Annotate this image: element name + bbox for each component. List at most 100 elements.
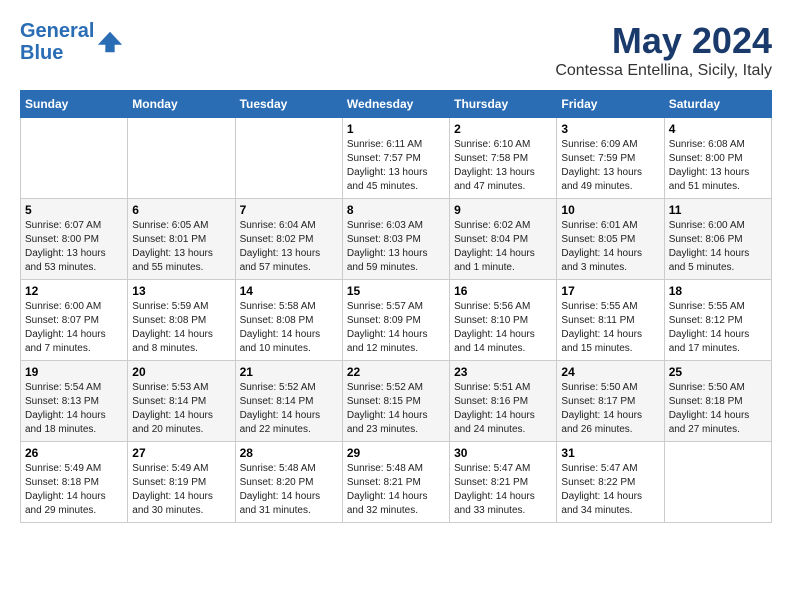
day-info: Sunrise: 5:56 AMSunset: 8:10 PMDaylight:… bbox=[454, 300, 552, 356]
day-info: Sunrise: 6:05 AMSunset: 8:01 PMDaylight:… bbox=[132, 219, 230, 275]
header-cell-monday: Monday bbox=[128, 91, 235, 118]
header-cell-saturday: Saturday bbox=[664, 91, 771, 118]
day-number: 5 bbox=[25, 203, 123, 217]
day-cell: 27 Sunrise: 5:49 AMSunset: 8:19 PMDayligh… bbox=[128, 442, 235, 523]
day-info: Sunrise: 5:48 AMSunset: 8:20 PMDaylight:… bbox=[240, 462, 338, 518]
week-row-1: 5Sunrise: 6:07 AMSunset: 8:00 PMDaylight… bbox=[21, 199, 772, 280]
day-info: Sunrise: 6:11 AMSunset: 7:57 PMDaylight:… bbox=[347, 138, 445, 194]
day-info: Sunrise: 5:55 AMSunset: 8:11 PMDaylight:… bbox=[561, 300, 659, 356]
day-info: Sunrise: 5:54 AMSunset: 8:13 PMDaylight:… bbox=[25, 381, 123, 437]
day-cell: 10Sunrise: 6:01 AMSunset: 8:05 PMDayligh… bbox=[557, 199, 664, 280]
day-number: 6 bbox=[132, 203, 230, 217]
header-cell-sunday: Sunday bbox=[21, 91, 128, 118]
day-cell: 22Sunrise: 5:52 AMSunset: 8:15 PMDayligh… bbox=[342, 361, 449, 442]
day-info: Sunrise: 5:49 AMSunset: 8:19 PMDaylight:… bbox=[132, 462, 230, 518]
day-info: Sunrise: 6:09 AMSunset: 7:59 PMDaylight:… bbox=[561, 138, 659, 194]
header-cell-thursday: Thursday bbox=[450, 91, 557, 118]
day-number: 4 bbox=[669, 122, 767, 136]
day-cell: 11 Sunrise: 6:00 AMSunset: 8:06 PMDayligh… bbox=[664, 199, 771, 280]
header: General Blue May 2024 Contessa Entellina… bbox=[20, 20, 772, 80]
day-info: Sunrise: 5:53 AMSunset: 8:14 PMDaylight:… bbox=[132, 381, 230, 437]
day-cell bbox=[235, 118, 342, 199]
logo-text: General Blue bbox=[20, 20, 94, 64]
calendar-table: SundayMondayTuesdayWednesdayThursdayFrid… bbox=[20, 90, 772, 523]
day-number: 23 bbox=[454, 365, 552, 379]
day-info: Sunrise: 5:49 AMSunset: 8:18 PMDaylight:… bbox=[25, 462, 123, 518]
day-info: Sunrise: 6:08 AMSunset: 8:00 PMDaylight:… bbox=[669, 138, 767, 194]
day-cell: 4 Sunrise: 6:08 AMSunset: 8:00 PMDaylight… bbox=[664, 118, 771, 199]
day-number: 27 bbox=[132, 446, 230, 460]
day-info: Sunrise: 6:00 AMSunset: 8:07 PMDaylight:… bbox=[25, 300, 123, 356]
day-info: Sunrise: 5:57 AMSunset: 8:09 PMDaylight:… bbox=[347, 300, 445, 356]
day-number: 7 bbox=[240, 203, 338, 217]
day-cell: 2Sunrise: 6:10 AMSunset: 7:58 PMDaylight… bbox=[450, 118, 557, 199]
day-info: Sunrise: 5:52 AMSunset: 8:14 PMDaylight:… bbox=[240, 381, 338, 437]
day-cell: 7 Sunrise: 6:04 AMSunset: 8:02 PMDaylight… bbox=[235, 199, 342, 280]
day-cell: 12 Sunrise: 6:00 AMSunset: 8:07 PMDayligh… bbox=[21, 280, 128, 361]
day-cell: 6 Sunrise: 6:05 AMSunset: 8:01 PMDaylight… bbox=[128, 199, 235, 280]
day-cell: 18 Sunrise: 5:55 AMSunset: 8:12 PMDayligh… bbox=[664, 280, 771, 361]
week-row-2: 12 Sunrise: 6:00 AMSunset: 8:07 PMDayligh… bbox=[21, 280, 772, 361]
day-cell: 28 Sunrise: 5:48 AMSunset: 8:20 PMDayligh… bbox=[235, 442, 342, 523]
day-number: 13 bbox=[132, 284, 230, 298]
header-cell-friday: Friday bbox=[557, 91, 664, 118]
day-info: Sunrise: 5:47 AMSunset: 8:22 PMDaylight:… bbox=[561, 462, 659, 518]
day-number: 19 bbox=[25, 365, 123, 379]
day-number: 14 bbox=[240, 284, 338, 298]
day-info: Sunrise: 5:48 AMSunset: 8:21 PMDaylight:… bbox=[347, 462, 445, 518]
day-cell: 20 Sunrise: 5:53 AMSunset: 8:14 PMDayligh… bbox=[128, 361, 235, 442]
calendar-header-row: SundayMondayTuesdayWednesdayThursdayFrid… bbox=[21, 91, 772, 118]
day-cell: 8Sunrise: 6:03 AMSunset: 8:03 PMDaylight… bbox=[342, 199, 449, 280]
calendar-body: 1 Sunrise: 6:11 AMSunset: 7:57 PMDaylight… bbox=[21, 118, 772, 523]
day-number: 17 bbox=[561, 284, 659, 298]
day-info: Sunrise: 5:55 AMSunset: 8:12 PMDaylight:… bbox=[669, 300, 767, 356]
week-row-4: 26 Sunrise: 5:49 AMSunset: 8:18 PMDayligh… bbox=[21, 442, 772, 523]
day-number: 16 bbox=[454, 284, 552, 298]
day-cell: 1 Sunrise: 6:11 AMSunset: 7:57 PMDaylight… bbox=[342, 118, 449, 199]
day-cell: 29 Sunrise: 5:48 AMSunset: 8:21 PMDayligh… bbox=[342, 442, 449, 523]
day-info: Sunrise: 6:04 AMSunset: 8:02 PMDaylight:… bbox=[240, 219, 338, 275]
day-number: 15 bbox=[347, 284, 445, 298]
day-number: 25 bbox=[669, 365, 767, 379]
day-info: Sunrise: 5:52 AMSunset: 8:15 PMDaylight:… bbox=[347, 381, 445, 437]
title-area: May 2024 Contessa Entellina, Sicily, Ita… bbox=[555, 20, 772, 80]
header-cell-tuesday: Tuesday bbox=[235, 91, 342, 118]
day-number: 2 bbox=[454, 122, 552, 136]
day-info: Sunrise: 5:50 AMSunset: 8:18 PMDaylight:… bbox=[669, 381, 767, 437]
day-number: 30 bbox=[454, 446, 552, 460]
day-number: 24 bbox=[561, 365, 659, 379]
day-number: 9 bbox=[454, 203, 552, 217]
day-number: 12 bbox=[25, 284, 123, 298]
day-number: 3 bbox=[561, 122, 659, 136]
day-number: 21 bbox=[240, 365, 338, 379]
day-number: 18 bbox=[669, 284, 767, 298]
header-cell-wednesday: Wednesday bbox=[342, 91, 449, 118]
week-row-3: 19 Sunrise: 5:54 AMSunset: 8:13 PMDayligh… bbox=[21, 361, 772, 442]
day-number: 10 bbox=[561, 203, 659, 217]
day-cell: 21 Sunrise: 5:52 AMSunset: 8:14 PMDayligh… bbox=[235, 361, 342, 442]
week-row-0: 1 Sunrise: 6:11 AMSunset: 7:57 PMDaylight… bbox=[21, 118, 772, 199]
day-info: Sunrise: 5:58 AMSunset: 8:08 PMDaylight:… bbox=[240, 300, 338, 356]
day-info: Sunrise: 5:50 AMSunset: 8:17 PMDaylight:… bbox=[561, 381, 659, 437]
day-number: 26 bbox=[25, 446, 123, 460]
day-cell bbox=[128, 118, 235, 199]
calendar-subtitle: Contessa Entellina, Sicily, Italy bbox=[555, 62, 772, 80]
day-number: 20 bbox=[132, 365, 230, 379]
day-info: Sunrise: 6:00 AMSunset: 8:06 PMDaylight:… bbox=[669, 219, 767, 275]
day-number: 29 bbox=[347, 446, 445, 460]
day-info: Sunrise: 5:51 AMSunset: 8:16 PMDaylight:… bbox=[454, 381, 552, 437]
day-number: 1 bbox=[347, 122, 445, 136]
day-info: Sunrise: 6:02 AMSunset: 8:04 PMDaylight:… bbox=[454, 219, 552, 275]
day-cell bbox=[664, 442, 771, 523]
day-cell: 23 Sunrise: 5:51 AMSunset: 8:16 PMDayligh… bbox=[450, 361, 557, 442]
day-cell bbox=[21, 118, 128, 199]
day-cell: 24 Sunrise: 5:50 AMSunset: 8:17 PMDayligh… bbox=[557, 361, 664, 442]
day-info: Sunrise: 5:59 AMSunset: 8:08 PMDaylight:… bbox=[132, 300, 230, 356]
logo: General Blue bbox=[20, 20, 124, 64]
day-number: 28 bbox=[240, 446, 338, 460]
day-cell: 19 Sunrise: 5:54 AMSunset: 8:13 PMDayligh… bbox=[21, 361, 128, 442]
day-info: Sunrise: 6:03 AMSunset: 8:03 PMDaylight:… bbox=[347, 219, 445, 275]
day-cell: 3 Sunrise: 6:09 AMSunset: 7:59 PMDaylight… bbox=[557, 118, 664, 199]
day-number: 11 bbox=[669, 203, 767, 217]
day-cell: 9 Sunrise: 6:02 AMSunset: 8:04 PMDaylight… bbox=[450, 199, 557, 280]
